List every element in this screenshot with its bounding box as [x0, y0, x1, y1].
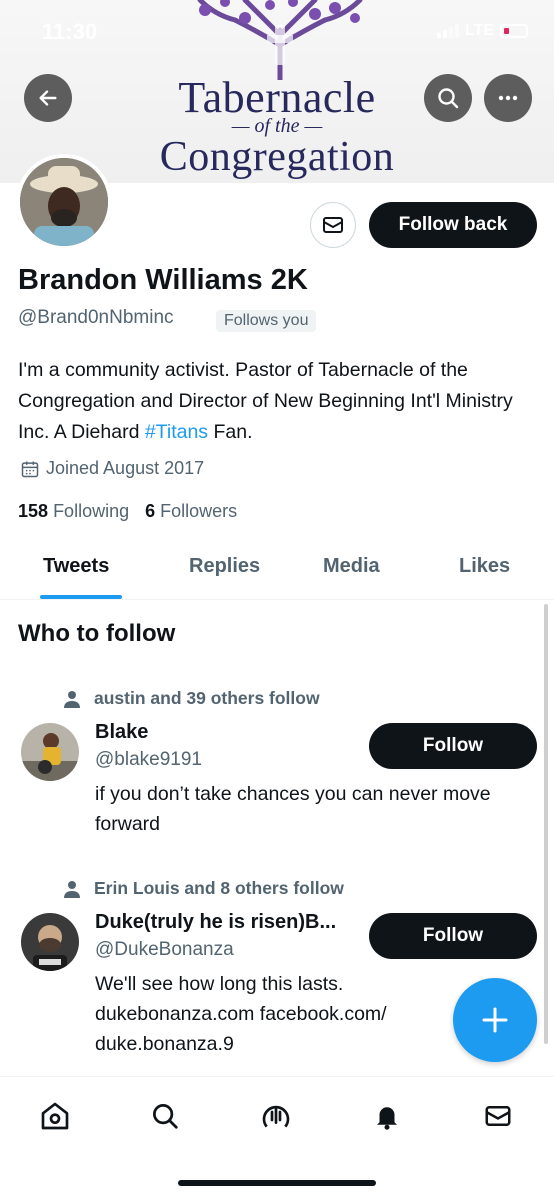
follow-stats: 158 Following 6 Followers: [18, 501, 237, 522]
profile-avatar[interactable]: [16, 154, 112, 250]
arrow-left-icon: [39, 90, 57, 106]
recommendation-name[interactable]: Blake: [95, 721, 148, 744]
followers-link[interactable]: 6 Followers: [145, 501, 237, 522]
social-context-text: Erin Louis and 8 others follow: [94, 878, 344, 898]
network-label: LTE: [464, 22, 494, 39]
recommendation-handle: @blake9191: [95, 749, 202, 770]
home-indicator[interactable]: [178, 1180, 376, 1186]
bio-text-end: Fan.: [208, 421, 253, 443]
tab-replies[interactable]: Replies: [189, 555, 260, 578]
nav-search[interactable]: [148, 1099, 182, 1133]
following-count: 158: [18, 501, 49, 521]
followers-label: Followers: [160, 501, 238, 521]
envelope-icon: [323, 217, 343, 233]
joined-date: Joined August 2017: [20, 458, 204, 479]
tab-tweets[interactable]: Tweets: [43, 555, 109, 578]
status-time: 11:30: [42, 19, 98, 44]
profile-name: Brandon Williams 2K: [18, 264, 308, 296]
bio-text: I'm a community activist. Pastor of Tabe…: [18, 359, 513, 443]
message-button[interactable]: [310, 202, 356, 248]
social-context: Erin Louis and 8 others follow: [64, 878, 344, 899]
envelope-icon: [485, 1106, 511, 1126]
profile-bio: I'm a community activist. Pastor of Tabe…: [18, 355, 543, 448]
nav-notifications[interactable]: [370, 1099, 404, 1133]
more-options-button[interactable]: [484, 74, 532, 122]
following-label: Following: [53, 501, 130, 521]
plus-icon: [482, 1007, 508, 1033]
status-indicators: LTE: [436, 22, 528, 40]
calendar-icon: [21, 461, 39, 477]
social-context-text: austin and 39 others follow: [94, 688, 320, 708]
search-button[interactable]: [424, 74, 472, 122]
follow-button[interactable]: Follow: [369, 723, 537, 769]
nav-home[interactable]: [38, 1099, 72, 1133]
recommendation-avatar[interactable]: [21, 723, 79, 781]
tab-media[interactable]: Media: [323, 555, 380, 578]
follow-back-button[interactable]: Follow back: [369, 202, 537, 248]
followers-count: 6: [145, 501, 156, 521]
home-icon: [41, 1102, 69, 1130]
profile-handle: @Brand0nNbminc: [18, 307, 174, 328]
tree-logo-graphic: [197, 0, 363, 80]
profile-tabs: Tweets Replies Media Likes: [0, 540, 554, 600]
more-icon: [498, 95, 518, 101]
active-tab-indicator: [40, 595, 122, 599]
signal-icon: [436, 24, 459, 38]
bell-icon: [377, 1107, 397, 1130]
back-button[interactable]: [24, 74, 72, 122]
recommendation-handle: @DukeBonanza: [95, 939, 234, 960]
person-icon: [64, 880, 80, 898]
recommendation-avatar[interactable]: [21, 913, 79, 971]
following-link[interactable]: 158 Following: [18, 501, 129, 522]
person-icon: [64, 690, 80, 708]
recommendation-name[interactable]: Duke(truly he is risen)B...: [95, 911, 360, 934]
search-icon: [153, 1104, 178, 1129]
compose-tweet-button[interactable]: [453, 978, 537, 1062]
recommendation-bio: if you don’t take chances you can never …: [95, 783, 491, 835]
scrollbar[interactable]: [544, 604, 548, 1044]
recommendation-bio: We'll see how long this lasts. dukebonan…: [95, 973, 387, 1055]
avatar-image: [21, 913, 79, 971]
follows-you-badge: Follows you: [216, 310, 317, 332]
search-icon: [438, 88, 459, 109]
nav-messages[interactable]: [481, 1099, 515, 1133]
hashtag-link[interactable]: #Titans: [145, 421, 208, 443]
follow-button[interactable]: Follow: [369, 913, 537, 959]
avatar-image: [21, 723, 79, 781]
tab-likes[interactable]: Likes: [459, 555, 510, 578]
joined-text: Joined August 2017: [46, 458, 205, 478]
battery-icon: [500, 24, 528, 38]
nav-spaces[interactable]: [259, 1099, 293, 1133]
spaces-icon: [262, 1105, 290, 1128]
social-context: austin and 39 others follow: [64, 688, 320, 709]
who-to-follow-title: Who to follow: [18, 620, 176, 647]
avatar-image: [20, 158, 108, 246]
